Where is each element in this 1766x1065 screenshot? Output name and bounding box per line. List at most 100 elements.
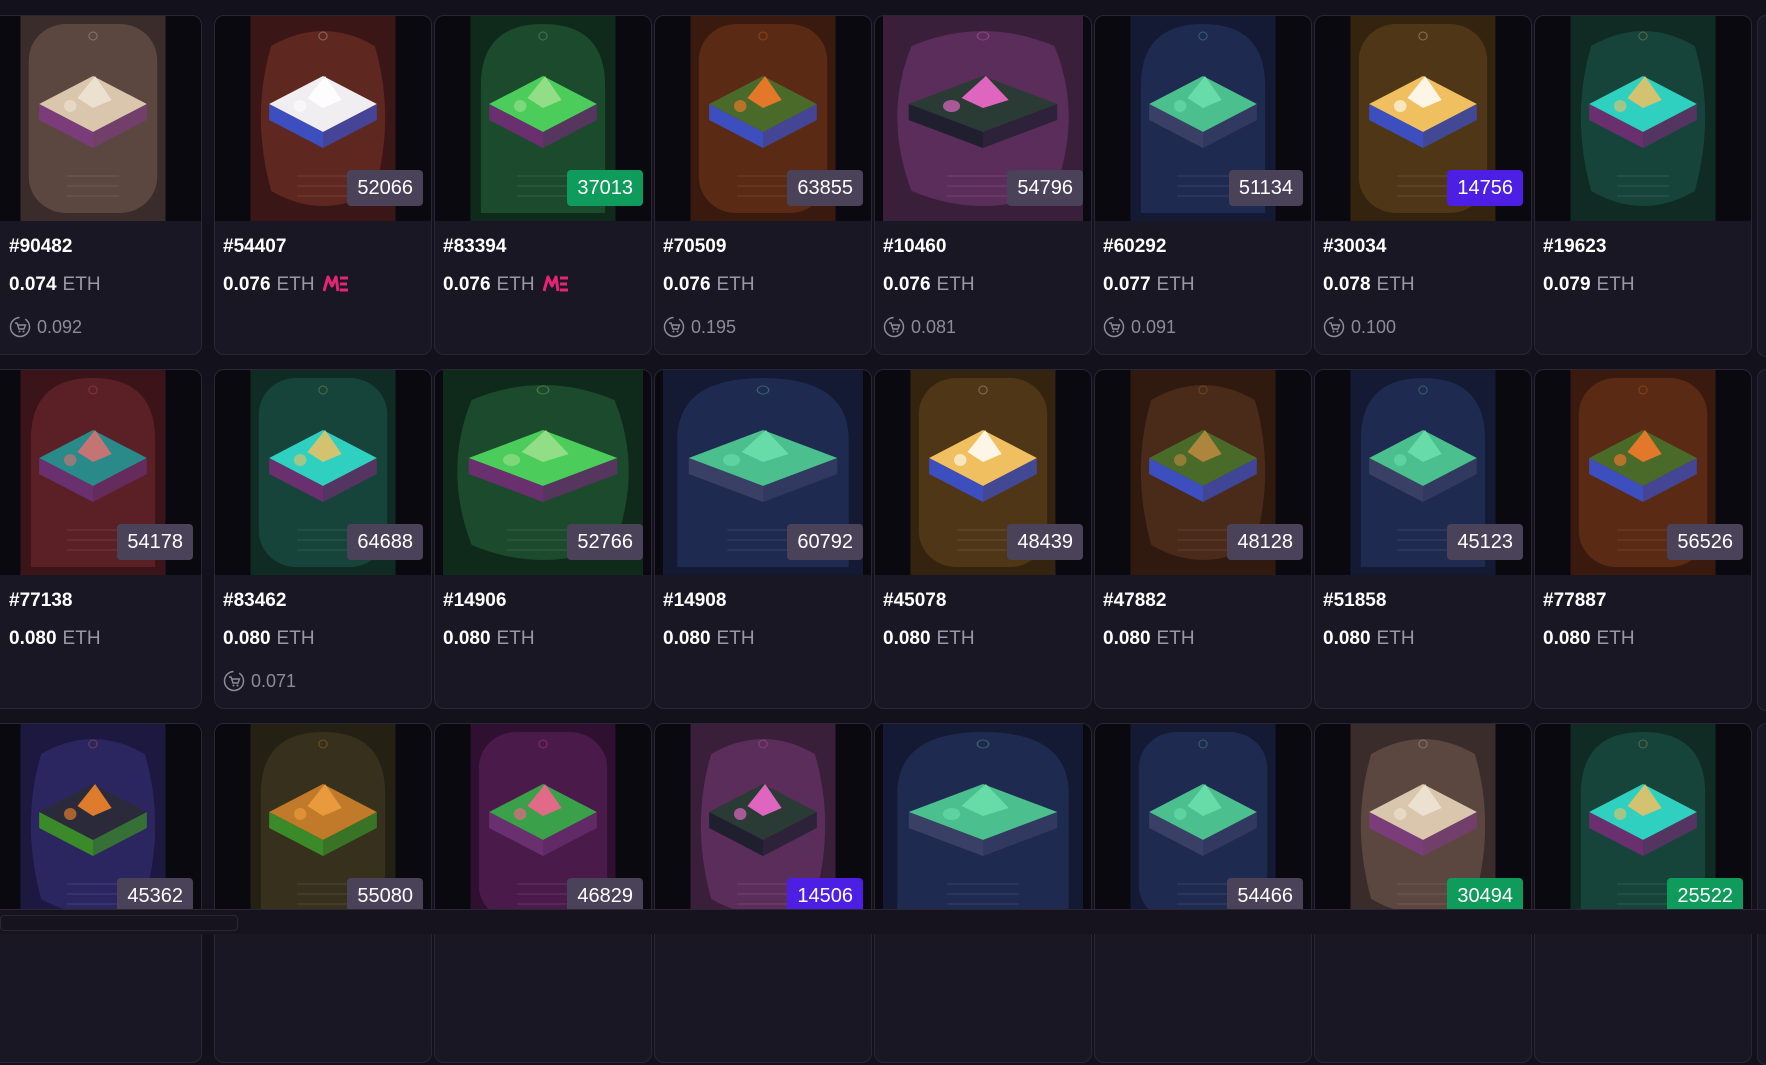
nft-image[interactable]: 51134 (1095, 16, 1311, 221)
rarity-badge: 60792 (787, 524, 863, 560)
nft-card[interactable]: 48128 #47882 0.080 ETH (1094, 369, 1312, 709)
price-value: 0.080 (663, 628, 711, 649)
last-sale-value: 0.081 (911, 317, 957, 337)
nft-image[interactable] (1535, 16, 1751, 221)
listing-price: 0.080 ETH (1103, 628, 1195, 650)
nft-card[interactable]: 48439 #45078 0.080 ETH (874, 369, 1092, 709)
nft-card[interactable]: 55080 (214, 723, 432, 1063)
nft-token-id: #51858 (1323, 590, 1387, 611)
rarity-badge: 48439 (1007, 524, 1083, 560)
price-value: 0.076 (443, 274, 491, 295)
nft-card[interactable]: 37013 #83394 0.076 ETH (434, 15, 652, 355)
last-sale-value: 0.195 (691, 317, 737, 337)
nft-token-id: #70509 (663, 236, 727, 257)
nft-image[interactable]: 55080 (215, 724, 431, 929)
nft-image[interactable]: 54466 (1095, 724, 1311, 929)
listing-price: 0.078 ETH (1323, 274, 1415, 296)
currency-label: ETH (496, 628, 535, 649)
nft-card[interactable]: 45123 #51858 0.080 ETH (1314, 369, 1532, 709)
price-value: 0.080 (1323, 628, 1371, 649)
nft-card-partial[interactable] (1757, 723, 1766, 1065)
nft-card[interactable]: 14506 (654, 723, 872, 1063)
listing-price: 0.076 ETH (663, 274, 755, 296)
last-sale-value: 0.071 (251, 671, 297, 691)
nft-image[interactable]: 45123 (1315, 370, 1531, 575)
nft-image[interactable]: 46829 (435, 724, 651, 929)
last-sale: 0.100 (1323, 316, 1396, 343)
listing-price: 0.080 ETH (663, 628, 755, 650)
nft-image[interactable]: 60792 (655, 370, 871, 575)
nft-image[interactable]: 48128 (1095, 370, 1311, 575)
cart-icon (1103, 316, 1125, 343)
nft-image[interactable]: 64688 (215, 370, 431, 575)
nft-image[interactable]: 56526 (1535, 370, 1751, 575)
nft-card[interactable]: #90482 0.074 ETH 0.092 (0, 15, 202, 355)
nft-image[interactable]: 25522 (1535, 724, 1751, 929)
nft-card[interactable]: 64688 #83462 0.080 ETH 0.071 (214, 369, 432, 709)
nft-card-partial[interactable] (1757, 369, 1766, 711)
price-value: 0.080 (443, 628, 491, 649)
nft-card[interactable] (874, 723, 1092, 1063)
nft-image[interactable]: 45362 (0, 724, 201, 929)
currency-label: ETH (1376, 628, 1415, 649)
nft-token-id: #60292 (1103, 236, 1167, 257)
rarity-badge: 63855 (787, 170, 863, 206)
nft-artwork (20, 16, 166, 221)
nft-token-id: #14906 (443, 590, 507, 611)
currency-label: ETH (1596, 274, 1635, 295)
currency-label: ETH (936, 274, 975, 295)
nft-card[interactable]: 46829 (434, 723, 652, 1063)
price-value: 0.079 (1543, 274, 1591, 295)
nft-card-partial[interactable] (1757, 15, 1766, 357)
cart-icon (9, 316, 31, 343)
nft-card[interactable]: 63855 #70509 0.076 ETH 0.195 (654, 15, 872, 355)
nft-image[interactable]: 54178 (0, 370, 201, 575)
nft-card[interactable]: 14756 #30034 0.078 ETH 0.100 (1314, 15, 1532, 355)
listing-price: 0.080 ETH (443, 628, 535, 650)
nft-card[interactable]: 52066 #54407 0.076 ETH (214, 15, 432, 355)
currency-label: ETH (1156, 628, 1195, 649)
price-value: 0.076 (883, 274, 931, 295)
nft-token-id: #90482 (9, 236, 73, 257)
nft-image[interactable] (875, 724, 1091, 929)
nft-image[interactable]: 30494 (1315, 724, 1531, 929)
bottom-bar (0, 909, 1766, 934)
nft-token-id: #30034 (1323, 236, 1387, 257)
rarity-badge: 56526 (1667, 524, 1743, 560)
price-value: 0.080 (883, 628, 931, 649)
currency-label: ETH (1376, 274, 1415, 295)
nft-image[interactable] (0, 16, 201, 221)
nft-image[interactable]: 54796 (875, 16, 1091, 221)
nft-image[interactable]: 48439 (875, 370, 1091, 575)
last-sale-value: 0.100 (1351, 317, 1397, 337)
magic-eden-logo-icon (542, 275, 569, 299)
nft-card[interactable]: #19623 0.079 ETH (1534, 15, 1752, 355)
nft-card[interactable]: 51134 #60292 0.077 ETH 0.091 (1094, 15, 1312, 355)
nft-card[interactable]: 54178 #77138 0.080 ETH (0, 369, 202, 709)
nft-image[interactable]: 14756 (1315, 16, 1531, 221)
rarity-badge: 48128 (1227, 524, 1303, 560)
nft-card[interactable]: 56526 #77887 0.080 ETH (1534, 369, 1752, 709)
cart-icon (223, 670, 245, 697)
nft-listing-grid: #90482 0.074 ETH 0.092 52066 #54407 0.076 ETH 37… (0, 0, 1766, 1065)
nft-token-id: #14908 (663, 590, 727, 611)
nft-card[interactable]: 30494 (1314, 723, 1532, 1063)
rarity-badge: 45123 (1447, 524, 1523, 560)
nft-card[interactable]: 54796 #10460 0.076 ETH 0.081 (874, 15, 1092, 355)
nft-card[interactable]: 52766 #14906 0.080 ETH (434, 369, 652, 709)
nft-card[interactable]: 25522 (1534, 723, 1752, 1063)
nft-image[interactable]: 37013 (435, 16, 651, 221)
nft-image[interactable]: 14506 (655, 724, 871, 929)
nft-card[interactable]: 45362 (0, 723, 202, 1063)
nft-image[interactable]: 52766 (435, 370, 651, 575)
nft-token-id: #47882 (1103, 590, 1167, 611)
nft-image[interactable]: 52066 (215, 16, 431, 221)
bottom-bar-segment (0, 915, 238, 931)
price-value: 0.080 (1103, 628, 1151, 649)
nft-card[interactable]: 54466 (1094, 723, 1312, 1063)
nft-image[interactable]: 63855 (655, 16, 871, 221)
rarity-badge: 54178 (117, 524, 193, 560)
nft-card[interactable]: 60792 #14908 0.080 ETH (654, 369, 872, 709)
price-value: 0.080 (223, 628, 271, 649)
price-value: 0.080 (9, 628, 57, 649)
